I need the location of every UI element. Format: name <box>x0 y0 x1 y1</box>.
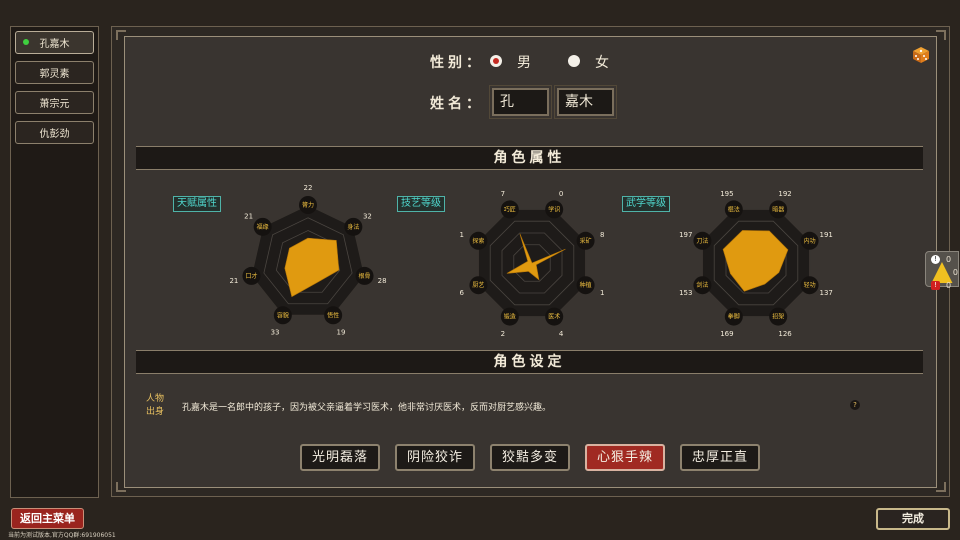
gender-female-label: 女 <box>595 55 609 71</box>
radar-axis-label: 刀法 <box>696 237 708 245</box>
trait-button[interactable]: 光明磊落 <box>300 444 380 471</box>
radar-axis-label: 锻造 <box>504 313 516 321</box>
frame-corner <box>936 30 946 40</box>
radar-value-label: 32 <box>363 213 372 221</box>
radar-value-label: 0 <box>559 190 563 198</box>
radar-value-label: 19 <box>337 328 346 336</box>
character-list: 孔嘉木 郭灵素 萧宗元 仇彭劲 <box>10 26 99 498</box>
trait-button-selected[interactable]: 心狠手辣 <box>585 444 665 471</box>
radar-axis-label: 探索 <box>472 237 484 245</box>
radar-chart-martial: 暗器 192 内功 191 轻功 137 招架 126 拳脚 169 剑法 153 刀法 197 棍法 195 <box>679 190 833 338</box>
radar-axis-label: 暗器 <box>772 205 784 213</box>
active-dot-icon <box>23 39 29 45</box>
radar-value-label: 153 <box>679 289 692 297</box>
gender-male-radio[interactable] <box>490 55 502 67</box>
error-icon: ! <box>931 281 940 290</box>
radar-chart-skill: 学识 0 采矿 8 种植 1 医术 4 锻造 2 厨艺 6 探索 1 巧匠 7 <box>460 190 605 338</box>
radar-chart-talent: 膂力 22 身法 32 根骨 28 悟性 19 容貌 33 口才 21 福缘 21 <box>229 184 387 336</box>
radar-value-label: 137 <box>820 289 833 297</box>
background-text: 孔嘉木是一名郎中的孩子，因为被父亲逼着学习医术，他非常讨厌医术，反而对厨艺感兴趣… <box>182 403 552 413</box>
radar-axis-label: 内功 <box>804 237 816 245</box>
frame-corner <box>936 482 946 492</box>
radar-value-label: 6 <box>460 289 465 297</box>
radar-value-label: 126 <box>778 330 792 338</box>
radar-value-label: 2 <box>501 330 505 338</box>
chart-tag-martial: 武学等级 <box>622 196 670 212</box>
given-name-input[interactable]: 嘉木 <box>554 85 617 119</box>
section-title-attributes: 角色属性 <box>136 146 923 170</box>
gender-male-label: 男 <box>517 55 531 71</box>
back-to-main-menu-button[interactable]: 返回主菜单 <box>11 508 84 529</box>
notification-panel[interactable]: ! 0 0 ! 0 <box>925 251 959 290</box>
radar-axis-label: 口才 <box>245 272 257 280</box>
radar-value-label: 28 <box>378 277 387 285</box>
radar-value-label: 192 <box>778 190 791 198</box>
radar-value-label: 21 <box>229 277 238 285</box>
radar-axis-label: 学识 <box>548 205 560 213</box>
radar-value-label: 1 <box>460 231 464 239</box>
character-item[interactable]: 孔嘉木 <box>15 31 94 54</box>
radar-value-label: 33 <box>271 328 280 336</box>
radar-value-label: 197 <box>679 231 692 239</box>
radar-value-label: 22 <box>304 184 313 192</box>
frame-corner <box>116 30 126 40</box>
radar-axis-label: 拳脚 <box>728 313 740 321</box>
character-name: 萧宗元 <box>39 99 70 110</box>
trait-button[interactable]: 阴险狡诈 <box>395 444 475 471</box>
radar-axis-label: 容貌 <box>277 311 289 319</box>
radar-value-label: 4 <box>559 330 564 338</box>
gender-female-radio[interactable] <box>568 55 580 67</box>
radar-axis-label: 悟性 <box>327 311 339 319</box>
radar-value-label: 195 <box>720 190 733 198</box>
gender-label: 性别： <box>430 55 484 71</box>
radar-value-label: 191 <box>820 231 833 239</box>
help-icon[interactable]: ? <box>850 400 860 410</box>
version-footer: 当前为测试版本,官方QQ群:691906051 <box>8 532 116 539</box>
radar-axis-label: 棍法 <box>728 205 740 213</box>
radar-axis-label: 剑法 <box>696 281 708 289</box>
radar-axis-label: 厨艺 <box>472 281 484 289</box>
character-item[interactable]: 郭灵素 <box>15 61 94 84</box>
radar-axis-label: 医术 <box>548 313 560 321</box>
radar-value-label: 169 <box>720 330 733 338</box>
radar-value-label: 8 <box>600 231 604 239</box>
radar-value-label: 21 <box>244 213 253 221</box>
character-name: 孔嘉木 <box>39 39 70 50</box>
radar-axis-label: 巧匠 <box>504 206 516 213</box>
trait-button[interactable]: 忠厚正直 <box>680 444 760 471</box>
chart-tag-talent: 天赋属性 <box>173 196 221 212</box>
radar-value-label: 7 <box>501 190 505 198</box>
radar-value-label: 1 <box>600 289 604 297</box>
radar-axis-label: 招架 <box>772 313 784 321</box>
radar-axis-label: 膂力 <box>302 201 314 209</box>
error-count: 0 <box>946 281 952 290</box>
chart-tag-skill: 技艺等级 <box>397 196 445 212</box>
done-button[interactable]: 完成 <box>876 508 950 530</box>
trait-button[interactable]: 狡黠多变 <box>490 444 570 471</box>
character-name: 仇彭劲 <box>39 129 70 140</box>
character-item[interactable]: 仇彭劲 <box>15 121 94 144</box>
radar-axis-label: 身法 <box>347 223 359 231</box>
radar-axis-label: 采矿 <box>580 237 592 245</box>
background-label: 人物 出身 <box>146 394 165 417</box>
radar-axis-label: 福缘 <box>257 223 269 231</box>
section-title-setting: 角色设定 <box>136 350 923 374</box>
radar-axis-label: 种植 <box>580 281 592 289</box>
dice-icon[interactable] <box>912 46 930 64</box>
name-label: 姓名： <box>430 96 484 112</box>
radar-axis-label: 根骨 <box>359 272 371 280</box>
character-item[interactable]: 萧宗元 <box>15 91 94 114</box>
surname-input[interactable]: 孔 <box>489 85 552 119</box>
radar-axis-label: 轻功 <box>804 281 816 289</box>
frame-corner <box>116 482 126 492</box>
warning-count: 0 <box>952 268 958 277</box>
character-name: 郭灵素 <box>39 69 70 80</box>
